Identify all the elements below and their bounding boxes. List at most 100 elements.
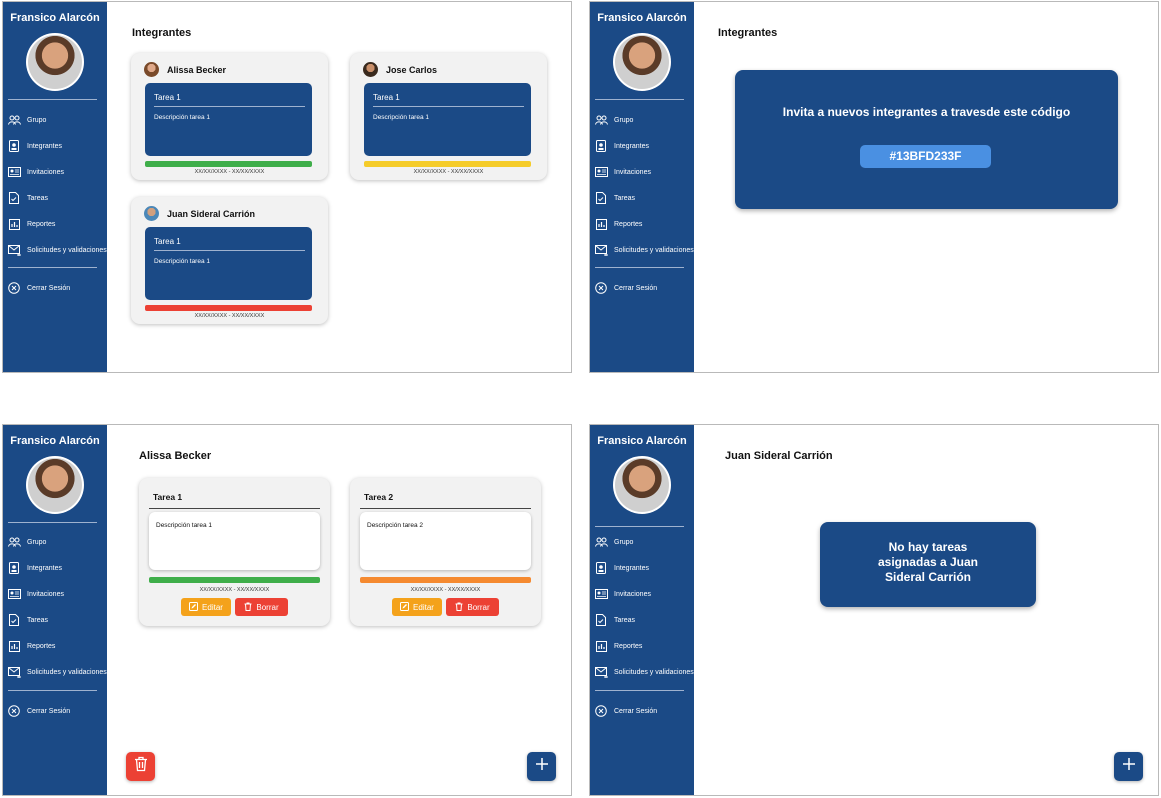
- sidebar-item-tareas[interactable]: Tareas: [7, 613, 48, 627]
- sidebar-item-label: Grupo: [614, 538, 634, 546]
- close-circle-icon: [594, 705, 608, 717]
- main-content: Alissa Becker Tarea 1 Descripción tarea …: [107, 425, 571, 795]
- invite-text: Invita a nuevos integrantes a travesde e…: [782, 105, 1071, 119]
- add-task-button[interactable]: [527, 752, 556, 781]
- sidebar-item-solicitudes[interactable]: Solicitudes y validaciones: [594, 665, 694, 679]
- member-card[interactable]: Alissa Becker Tarea 1 Descripción tarea …: [131, 53, 328, 180]
- main-content: Integrantes Alissa Becker Tarea 1 Descri…: [107, 2, 571, 372]
- sidebar-item-solicitudes[interactable]: Solicitudes y validaciones: [7, 665, 107, 679]
- task-card[interactable]: Tarea 1 Descripción tarea 1 XX/XX/XXXX -…: [139, 478, 330, 626]
- member-card[interactable]: Jose Carlos Tarea 1 Descripción tarea 1 …: [350, 53, 547, 180]
- task-box[interactable]: Tarea 1 Descripción tarea 1: [145, 227, 312, 300]
- sidebar-item-label: Invitaciones: [27, 168, 64, 176]
- member-icon: [7, 562, 21, 574]
- sidebar-item-grupo[interactable]: Grupo: [594, 113, 633, 127]
- sidebar-item-reportes[interactable]: Reportes: [594, 639, 642, 653]
- sidebar-item-tareas[interactable]: Tareas: [7, 191, 48, 205]
- sidebar: Fransico Alarcón Grupo Integrantes Invit…: [590, 2, 694, 372]
- invite-code[interactable]: #13BFD233F: [860, 145, 991, 168]
- sidebar-item-reportes[interactable]: Reportes: [7, 217, 55, 231]
- status-bar: [364, 161, 531, 167]
- sidebar-item-label: Solicitudes y validaciones: [614, 246, 694, 254]
- sidebar-item-tareas[interactable]: Tareas: [594, 191, 635, 205]
- sidebar-item-tareas[interactable]: Tareas: [594, 613, 635, 627]
- trash-icon: [455, 602, 463, 613]
- reports-icon: [594, 218, 608, 230]
- page-title: Integrantes: [132, 27, 192, 39]
- task-description-box: Descripción tarea 1: [149, 512, 320, 570]
- user-name: Fransico Alarcón: [597, 12, 687, 24]
- delete-button[interactable]: Borrar: [446, 598, 499, 616]
- sidebar-item-invitaciones[interactable]: Invitaciones: [594, 587, 651, 601]
- member-card[interactable]: Juan Sideral Carrión Tarea 1 Descripción…: [131, 197, 328, 324]
- sidebar-item-grupo[interactable]: Grupo: [7, 535, 46, 549]
- sidebar-item-integrantes[interactable]: Integrantes: [594, 139, 649, 153]
- sidebar-item-label: Reportes: [614, 642, 643, 650]
- tasks-icon: [7, 614, 21, 626]
- task-date: XX/XX/XXXX - XX/XX/XXXX: [410, 587, 481, 593]
- sidebar-divider: [8, 99, 97, 100]
- reports-icon: [594, 640, 608, 652]
- group-icon: [594, 114, 608, 126]
- logout-button[interactable]: Cerrar Sesión: [594, 281, 657, 295]
- task-date: XX/XX/XXXX - XX/XX/XXXX: [194, 313, 265, 319]
- sidebar-divider: [595, 690, 684, 691]
- delete-label: Borrar: [467, 602, 490, 612]
- sidebar-item-label: Integrantes: [27, 564, 63, 572]
- main-content: Integrantes Invita a nuevos integrantes …: [694, 2, 1158, 372]
- sidebar-divider: [595, 526, 684, 527]
- sidebar-item-integrantes[interactable]: Integrantes: [7, 561, 62, 575]
- task-description-box: Descripción tarea 2: [360, 512, 531, 570]
- edit-label: Editar: [413, 602, 434, 612]
- logout-button[interactable]: Cerrar Sesión: [594, 704, 657, 718]
- empty-state-text: asignadas a Juan: [877, 555, 979, 569]
- delete-fab[interactable]: [126, 752, 155, 781]
- avatar: [26, 456, 84, 514]
- user-name: Fransico Alarcón: [10, 12, 100, 24]
- sidebar: Fransico Alarcón Grupo Integrantes Invit…: [3, 425, 107, 795]
- sidebar-item-invitaciones[interactable]: Invitaciones: [7, 165, 64, 179]
- logout-button[interactable]: Cerrar Sesión: [7, 281, 70, 295]
- task-description: Descripción tarea 1: [154, 258, 210, 265]
- task-description: Descripción tarea 1: [154, 114, 210, 121]
- close-circle-icon: [7, 282, 21, 294]
- task-title: Tarea 2: [364, 492, 394, 502]
- screen-integrantes: Fransico Alarcón Grupo Integrantes Invit…: [2, 1, 572, 373]
- sidebar-item-reportes[interactable]: Reportes: [7, 639, 55, 653]
- sidebar-item-integrantes[interactable]: Integrantes: [7, 139, 62, 153]
- sidebar-item-grupo[interactable]: Grupo: [594, 535, 633, 549]
- delete-button[interactable]: Borrar: [235, 598, 288, 616]
- requests-icon: [7, 244, 21, 256]
- sidebar: Fransico Alarcón Grupo Integrantes Invit…: [3, 2, 107, 372]
- logout-button[interactable]: Cerrar Sesión: [7, 704, 70, 718]
- sidebar-item-invitaciones[interactable]: Invitaciones: [594, 165, 651, 179]
- sidebar-item-integrantes[interactable]: Integrantes: [594, 561, 649, 575]
- user-name: Fransico Alarcón: [10, 435, 100, 447]
- edit-button[interactable]: Editar: [181, 598, 231, 616]
- sidebar-item-reportes[interactable]: Reportes: [594, 217, 642, 231]
- task-card[interactable]: Tarea 2 Descripción tarea 2 XX/XX/XXXX -…: [350, 478, 541, 626]
- sidebar-item-label: Integrantes: [614, 564, 650, 572]
- task-title: Tarea 1: [154, 237, 181, 246]
- sidebar-item-grupo[interactable]: Grupo: [7, 113, 46, 127]
- task-box[interactable]: Tarea 1 Descripción tarea 1: [145, 83, 312, 156]
- add-task-button[interactable]: [1114, 752, 1143, 781]
- member-icon: [7, 140, 21, 152]
- sidebar-item-label: Invitaciones: [27, 590, 64, 598]
- avatar: [613, 33, 671, 91]
- group-icon: [7, 536, 21, 548]
- task-box[interactable]: Tarea 1 Descripción tarea 1: [364, 83, 531, 156]
- sidebar-item-solicitudes[interactable]: Solicitudes y validaciones: [594, 243, 694, 257]
- edit-icon: [189, 601, 199, 613]
- trash-icon: [134, 756, 148, 777]
- avatar: [144, 206, 159, 221]
- page-title: Integrantes: [718, 27, 778, 39]
- sidebar-item-invitaciones[interactable]: Invitaciones: [7, 587, 64, 601]
- tasks-icon: [594, 614, 608, 626]
- task-description: Descripción tarea 2: [367, 522, 423, 529]
- task-date: XX/XX/XXXX - XX/XX/XXXX: [199, 587, 270, 593]
- edit-button[interactable]: Editar: [392, 598, 442, 616]
- sidebar-item-solicitudes[interactable]: Solicitudes y validaciones: [7, 243, 107, 257]
- screen-no-tasks: Fransico Alarcón Grupo Integrantes Invit…: [589, 424, 1159, 796]
- sidebar-divider: [595, 99, 684, 100]
